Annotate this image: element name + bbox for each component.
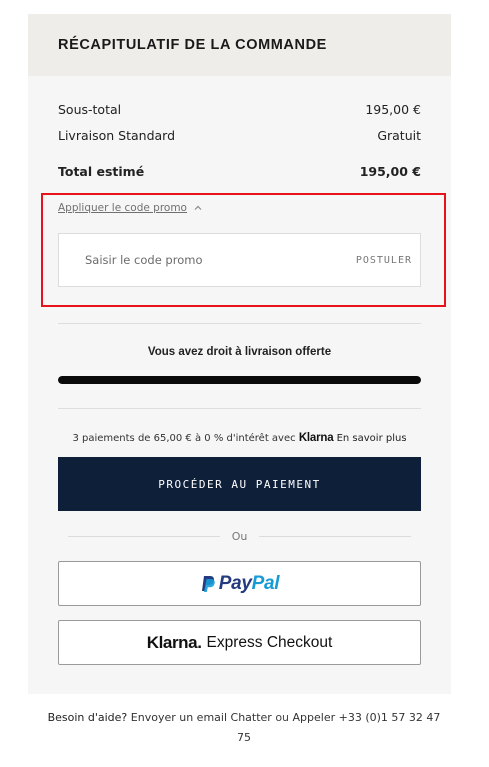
shipping-value: Gratuit <box>377 128 421 143</box>
shipping-label: Livraison Standard <box>58 128 176 143</box>
subtotal-value: 195,00 € <box>365 102 421 117</box>
express-checkout-label: Express Checkout <box>206 633 333 651</box>
order-summary-title: RÉCAPITULATIF DE LA COMMANDE <box>58 37 327 53</box>
paypal-word-pay: Pay <box>218 572 252 594</box>
total-label: Total estimé <box>58 164 145 179</box>
or-label: Ou <box>231 530 248 543</box>
promo-toggle-label: Appliquer le code promo <box>58 202 187 214</box>
email-link[interactable]: Envoyer un email <box>131 711 227 724</box>
klarna-express-checkout-button[interactable]: Klarna. Express Checkout <box>58 620 421 665</box>
klarna-installments-line: 3 paiements de 65,00 € à 0 % d'intérêt a… <box>58 432 421 444</box>
help-or: ou <box>275 711 290 724</box>
or-separator: Ou <box>68 530 412 543</box>
subtotal-row: Sous-total 195,00 € <box>58 102 421 117</box>
paypal-button[interactable]: Pay Pal <box>58 561 421 606</box>
promo-code-box: POSTULER <box>58 233 421 287</box>
klarna-brand-inline: Klarna <box>298 432 334 444</box>
help-footer: Besoin d'aide? Envoyer un email Chatter … <box>44 708 444 748</box>
promo-toggle-link[interactable]: Appliquer le code promo <box>58 202 203 214</box>
or-line-left <box>68 536 220 537</box>
divider-top <box>58 323 421 324</box>
klarna-installments-text: 3 paiements de 65,00 € à 0 % d'intérêt a… <box>72 433 296 444</box>
order-summary-card: RÉCAPITULATIF DE LA COMMANDE Sous-total … <box>28 14 451 694</box>
free-shipping-progress-fill <box>58 376 421 384</box>
free-shipping-message: Vous avez droit à livraison offerte <box>147 346 332 358</box>
free-shipping-progress-bar <box>58 376 421 384</box>
subtotal-label: Sous-total <box>58 102 122 117</box>
paypal-logo-icon <box>201 575 215 592</box>
klarna-logo-text: Klarna. <box>146 632 202 652</box>
promo-code-input[interactable] <box>83 252 307 268</box>
shipping-row: Livraison Standard Gratuit <box>58 128 421 143</box>
chat-link[interactable]: Chatter <box>231 711 272 724</box>
order-summary-header: RÉCAPITULATIF DE LA COMMANDE <box>28 14 451 76</box>
total-value: 195,00 € <box>359 164 421 179</box>
proceed-to-payment-button[interactable]: PROCÉDER AU PAIEMENT <box>58 457 421 511</box>
promo-apply-button[interactable]: POSTULER <box>356 255 412 266</box>
klarna-learn-more-link[interactable]: En savoir plus <box>337 433 407 444</box>
paypal-word-pal: Pal <box>251 572 280 594</box>
divider-middle <box>58 408 421 409</box>
help-prefix: Besoin d'aide? <box>47 711 128 724</box>
total-row: Total estimé 195,00 € <box>58 164 421 179</box>
call-prefix: Appeler <box>292 711 336 724</box>
or-line-right <box>259 536 412 537</box>
chevron-up-icon <box>194 205 202 210</box>
